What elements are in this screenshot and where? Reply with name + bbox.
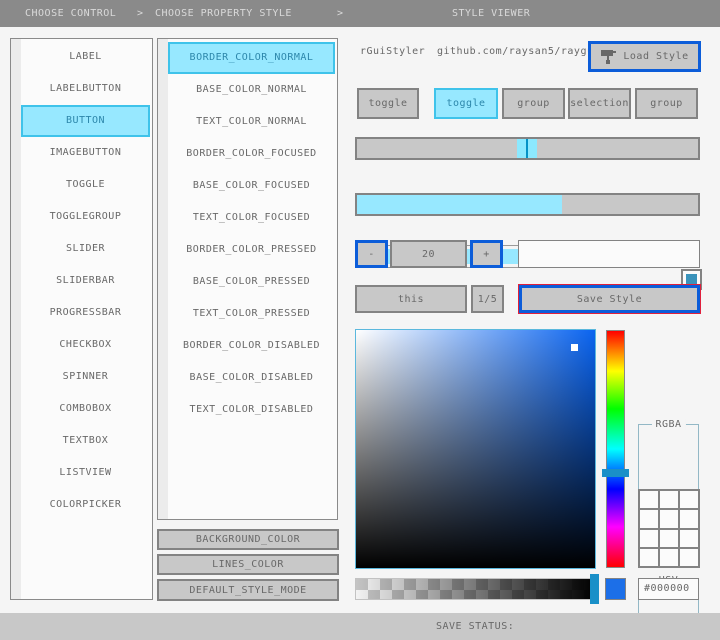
control-item-colorpicker[interactable]: COLORPICKER [21,489,150,521]
palette-cell[interactable] [660,491,678,508]
control-item-togglegroup[interactable]: TOGGLEGROUP [21,201,150,233]
property-item-border-color-pressed[interactable]: BORDER_COLOR_PRESSED [168,234,335,266]
sliderbar-fill [357,195,562,214]
control-item-labelbutton[interactable]: LABELBUTTON [21,73,150,105]
control-item-spinner[interactable]: SPINNER [21,361,150,393]
control-item-progressbar[interactable]: PROGRESSBAR [21,297,150,329]
slider-demo[interactable] [355,137,700,160]
hex-color-input[interactable]: #000000 [638,578,699,600]
status-bar: SAVE STATUS: [0,613,720,640]
hue-gradient-bar[interactable] [606,330,625,568]
property-item-border-color-disabled[interactable]: BORDER_COLOR_DISABLED [168,330,335,362]
nav-choose-control: CHOOSE CONTROL [25,0,116,27]
nav-style-viewer: STYLE VIEWER [452,0,530,27]
checkbox-checked-mark [686,274,697,285]
save-status-label: SAVE STATUS: [436,613,514,640]
palette-cell[interactable] [660,510,678,527]
property-item-text-color-normal[interactable]: TEXT_COLOR_NORMAL [168,106,335,138]
property-item-border-color-focused[interactable]: BORDER_COLOR_FOCUSED [168,138,335,170]
palette-cell[interactable] [680,491,698,508]
property-list-scrollbar[interactable] [158,39,168,519]
toggle-group2-button[interactable]: group [635,88,698,119]
current-color-swatch [605,578,626,600]
property-item-base-color-pressed[interactable]: BASE_COLOR_PRESSED [168,266,335,298]
load-style-label: Load Style [623,51,688,62]
controls-list-scrollbar[interactable] [11,39,21,599]
combobox-counter[interactable]: 1/5 [471,285,504,313]
control-item-textbox[interactable]: TEXTBOX [21,425,150,457]
property-item-base-color-disabled[interactable]: BASE_COLOR_DISABLED [168,362,335,394]
repo-link-label[interactable]: github.com/raysan5/raygui [437,46,600,58]
spinner-plus-button[interactable]: + [470,240,503,268]
controls-list: LABEL LABELBUTTON BUTTON IMAGEBUTTON TOG… [10,38,153,600]
toggle-button-selected[interactable]: toggle [434,88,498,119]
palette-cell[interactable] [680,510,698,527]
palette-cell[interactable] [640,491,658,508]
property-styles-list: BORDER_COLOR_NORMAL BASE_COLOR_NORMAL TE… [157,38,338,520]
palette-cell[interactable] [660,549,678,566]
top-nav-bar: CHOOSE CONTROL > CHOOSE PROPERTY STYLE >… [0,0,720,27]
color-picker-panel[interactable] [355,329,596,569]
toggle-selection-button[interactable]: selection [568,88,631,119]
palette-cell[interactable] [680,530,698,547]
alpha-slider [355,578,595,600]
chevron-right-icon: > [137,0,144,27]
toggle-button[interactable]: toggle [357,88,419,119]
control-item-button-selected[interactable]: BUTTON [21,105,150,137]
control-item-slider[interactable]: SLIDER [21,233,150,265]
palette-cell[interactable] [640,530,658,547]
lines-color-button[interactable]: LINES_COLOR [157,554,339,575]
default-style-mode-button[interactable]: DEFAULT_STYLE_MODE [157,579,339,601]
property-item-text-color-pressed[interactable]: TEXT_COLOR_PRESSED [168,298,335,330]
color-picker-cursor[interactable] [571,344,578,351]
toggle-group-button[interactable]: group [502,88,565,119]
slider-handle[interactable] [517,139,537,158]
property-item-text-color-focused[interactable]: TEXT_COLOR_FOCUSED [168,202,335,234]
control-item-checkbox[interactable]: CHECKBOX [21,329,150,361]
control-item-toggle[interactable]: TOGGLE [21,169,150,201]
combobox-demo[interactable]: this [355,285,467,313]
color-palette-grid [638,489,700,568]
control-item-combobox[interactable]: COMBOBOX [21,393,150,425]
textbox-demo[interactable] [518,240,700,268]
rgba-groupbox-label: RGBA [651,419,685,430]
hue-slider-handle[interactable] [602,469,629,477]
rguistyler-window: CHOOSE CONTROL > CHOOSE PROPERTY STYLE >… [0,0,720,640]
sliderbar-demo[interactable] [355,193,700,216]
background-color-button[interactable]: BACKGROUND_COLOR [157,529,339,550]
property-item-border-color-normal-selected[interactable]: BORDER_COLOR_NORMAL [168,42,335,74]
chevron-right-icon: > [337,0,344,27]
property-item-base-color-normal[interactable]: BASE_COLOR_NORMAL [168,74,335,106]
save-style-button[interactable]: Save Style [519,285,700,313]
app-brand-label: rGuiStyler [360,46,425,58]
alpha-gradient-bar[interactable] [355,578,595,600]
paint-roller-icon [600,49,617,65]
spinner-value[interactable]: 20 [390,240,467,268]
property-item-base-color-focused[interactable]: BASE_COLOR_FOCUSED [168,170,335,202]
hue-slider [602,330,629,568]
nav-choose-property-style: CHOOSE PROPERTY STYLE [155,0,292,27]
rgba-groupbox: RGBA [638,424,699,494]
load-style-button[interactable]: Load Style [588,41,701,72]
property-item-text-color-disabled[interactable]: TEXT_COLOR_DISABLED [168,394,335,426]
control-item-listview[interactable]: LISTVIEW [21,457,150,489]
palette-cell[interactable] [680,549,698,566]
spinner-minus-button[interactable]: - [355,240,388,268]
palette-cell[interactable] [640,510,658,527]
palette-cell[interactable] [640,549,658,566]
palette-cell[interactable] [660,530,678,547]
control-item-sliderbar[interactable]: SLIDERBAR [21,265,150,297]
alpha-slider-handle[interactable] [590,574,599,604]
control-item-label[interactable]: LABEL [21,41,150,73]
control-item-imagebutton[interactable]: IMAGEBUTTON [21,137,150,169]
